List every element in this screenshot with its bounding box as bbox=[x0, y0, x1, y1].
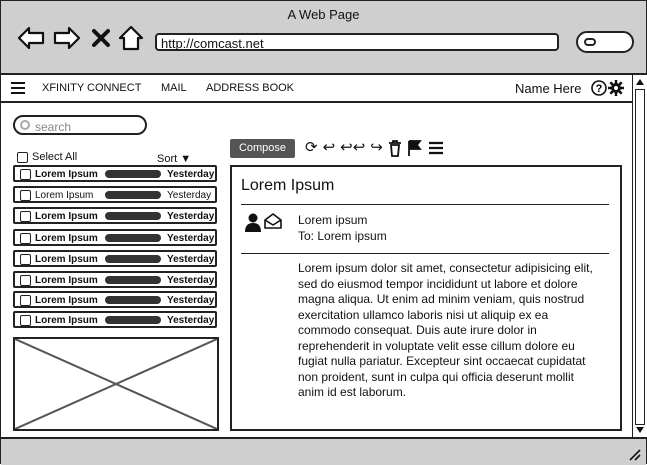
app-menubar: XFINITY CONNECT MAIL ADDRESS BOOK Name H… bbox=[1, 75, 632, 103]
select-all[interactable]: Select All bbox=[17, 151, 77, 163]
email-date: Yesterday bbox=[167, 315, 215, 326]
caret-down-icon: ▼ bbox=[180, 153, 192, 165]
reply-all-icon[interactable]: ↩↩ bbox=[340, 139, 365, 157]
email-sender: Lorem Ipsum bbox=[35, 315, 98, 326]
email-sender: Lorem Ipsum bbox=[35, 190, 94, 201]
window-title: A Web Page bbox=[287, 7, 360, 22]
email-checkbox[interactable] bbox=[20, 190, 31, 201]
email-sender: Lorem Ipsum bbox=[35, 169, 98, 180]
home-icon[interactable] bbox=[117, 25, 145, 51]
search-icon bbox=[584, 38, 596, 46]
email-checkbox[interactable] bbox=[20, 233, 31, 244]
redacted-scribble bbox=[105, 316, 161, 324]
redacted-scribble bbox=[105, 276, 161, 284]
status-bar bbox=[1, 437, 646, 465]
trash-icon[interactable] bbox=[388, 139, 402, 157]
email-sender: Lorem Ipsum bbox=[35, 295, 98, 306]
email-checkbox[interactable] bbox=[20, 315, 31, 326]
person-icon bbox=[245, 213, 261, 232]
email-checkbox[interactable] bbox=[20, 254, 31, 265]
image-placeholder bbox=[13, 337, 219, 431]
back-icon[interactable] bbox=[17, 25, 45, 51]
email-date: Yesterday bbox=[167, 169, 215, 180]
email-date: Yesterday bbox=[167, 233, 215, 244]
email-date: Yesterday bbox=[167, 190, 212, 201]
scroll-down-icon[interactable] bbox=[635, 425, 645, 435]
email-list-item[interactable]: Lorem Ipsum Yesterday bbox=[13, 165, 217, 182]
sort-dropdown[interactable]: Sort ▼ bbox=[157, 153, 191, 165]
nav-address-book[interactable]: ADDRESS BOOK bbox=[206, 82, 294, 94]
email-checkbox[interactable] bbox=[20, 275, 31, 286]
divider bbox=[241, 204, 609, 205]
browser-search-box[interactable] bbox=[576, 31, 634, 53]
redacted-scribble bbox=[105, 212, 161, 220]
select-all-label: Select All bbox=[32, 151, 78, 163]
email-list-item[interactable]: Lorem Ipsum Yesterday bbox=[13, 250, 217, 267]
email-sender: Lorem Ipsum bbox=[35, 275, 98, 286]
scrollbar-thumb[interactable] bbox=[635, 89, 645, 425]
placeholder-cross-icon bbox=[14, 338, 218, 430]
web-page: XFINITY CONNECT MAIL ADDRESS BOOK Name H… bbox=[1, 75, 632, 437]
email-list-item[interactable]: Lorem Ipsum Yesterday bbox=[13, 291, 217, 308]
browser-window: A Web Page http://comcast.net XFINITY CO… bbox=[0, 0, 647, 465]
email-list-item[interactable]: Lorem Ipsum Yesterday bbox=[13, 311, 217, 328]
email-checkbox[interactable] bbox=[20, 295, 31, 306]
redacted-scribble bbox=[105, 296, 161, 304]
redacted-scribble bbox=[105, 170, 161, 178]
redacted-scribble bbox=[105, 234, 161, 242]
flag-icon[interactable] bbox=[407, 139, 423, 157]
redacted-scribble bbox=[105, 191, 161, 199]
gear-icon[interactable] bbox=[608, 80, 624, 96]
forward-nav-icon[interactable] bbox=[53, 25, 81, 51]
vertical-scrollbar[interactable] bbox=[632, 75, 647, 437]
nav-xfinity-connect[interactable]: XFINITY CONNECT bbox=[42, 82, 141, 94]
email-date: Yesterday bbox=[167, 254, 215, 265]
mail-search-input[interactable]: search bbox=[13, 115, 147, 135]
select-all-checkbox[interactable] bbox=[17, 151, 28, 163]
email-sender: Lorem Ipsum bbox=[35, 254, 98, 265]
message-to: To: Lorem ipsum bbox=[298, 229, 387, 243]
svg-text:?: ? bbox=[596, 83, 603, 95]
browser-toolbar: A Web Page http://comcast.net bbox=[1, 1, 646, 75]
email-checkbox[interactable] bbox=[20, 211, 31, 222]
email-date: Yesterday bbox=[167, 275, 215, 286]
search-placeholder: search bbox=[35, 120, 72, 134]
nav-mail[interactable]: MAIL bbox=[161, 82, 187, 94]
message-toolbar: ⟳ ↩ ↩↩ ↪ bbox=[305, 139, 444, 157]
reading-pane: Lorem Ipsum Lorem ipsum To: Lorem ipsum … bbox=[230, 165, 622, 431]
email-checkbox[interactable] bbox=[20, 169, 31, 180]
menu-icon[interactable] bbox=[428, 139, 444, 157]
divider bbox=[241, 253, 609, 254]
scroll-up-icon[interactable] bbox=[635, 77, 645, 87]
email-date: Yesterday bbox=[167, 211, 215, 222]
refresh-icon[interactable]: ⟳ bbox=[305, 139, 318, 157]
address-bar[interactable]: http://comcast.net bbox=[155, 33, 559, 51]
email-list-item[interactable]: Lorem Ipsum Yesterday bbox=[13, 186, 217, 203]
email-date: Yesterday bbox=[167, 295, 215, 306]
forward-icon[interactable]: ↪ bbox=[370, 139, 383, 157]
hamburger-icon[interactable] bbox=[11, 82, 25, 94]
search-icon bbox=[20, 120, 30, 130]
email-sender: Lorem Ipsum bbox=[35, 211, 98, 222]
message-body: Lorem ipsum dolor sit amet, consectetur … bbox=[298, 261, 593, 399]
email-list-item[interactable]: Lorem Ipsum Yesterday bbox=[13, 207, 217, 224]
envelope-open-icon bbox=[264, 213, 282, 229]
stop-icon[interactable] bbox=[91, 25, 111, 51]
reply-icon[interactable]: ↩ bbox=[323, 139, 336, 157]
resize-grip-icon[interactable] bbox=[627, 447, 641, 461]
compose-button[interactable]: Compose bbox=[230, 139, 295, 158]
message-subject: Lorem Ipsum bbox=[241, 177, 335, 194]
email-list-item[interactable]: Lorem Ipsum Yesterday bbox=[13, 271, 217, 288]
sort-label: Sort bbox=[157, 153, 178, 165]
help-icon[interactable]: ? bbox=[591, 80, 607, 96]
redacted-scribble bbox=[105, 255, 161, 263]
email-sender: Lorem Ipsum bbox=[35, 233, 98, 244]
email-list-item[interactable]: Lorem Ipsum Yesterday bbox=[13, 229, 217, 246]
message-from: Lorem ipsum bbox=[298, 213, 368, 227]
user-name[interactable]: Name Here bbox=[515, 81, 581, 96]
